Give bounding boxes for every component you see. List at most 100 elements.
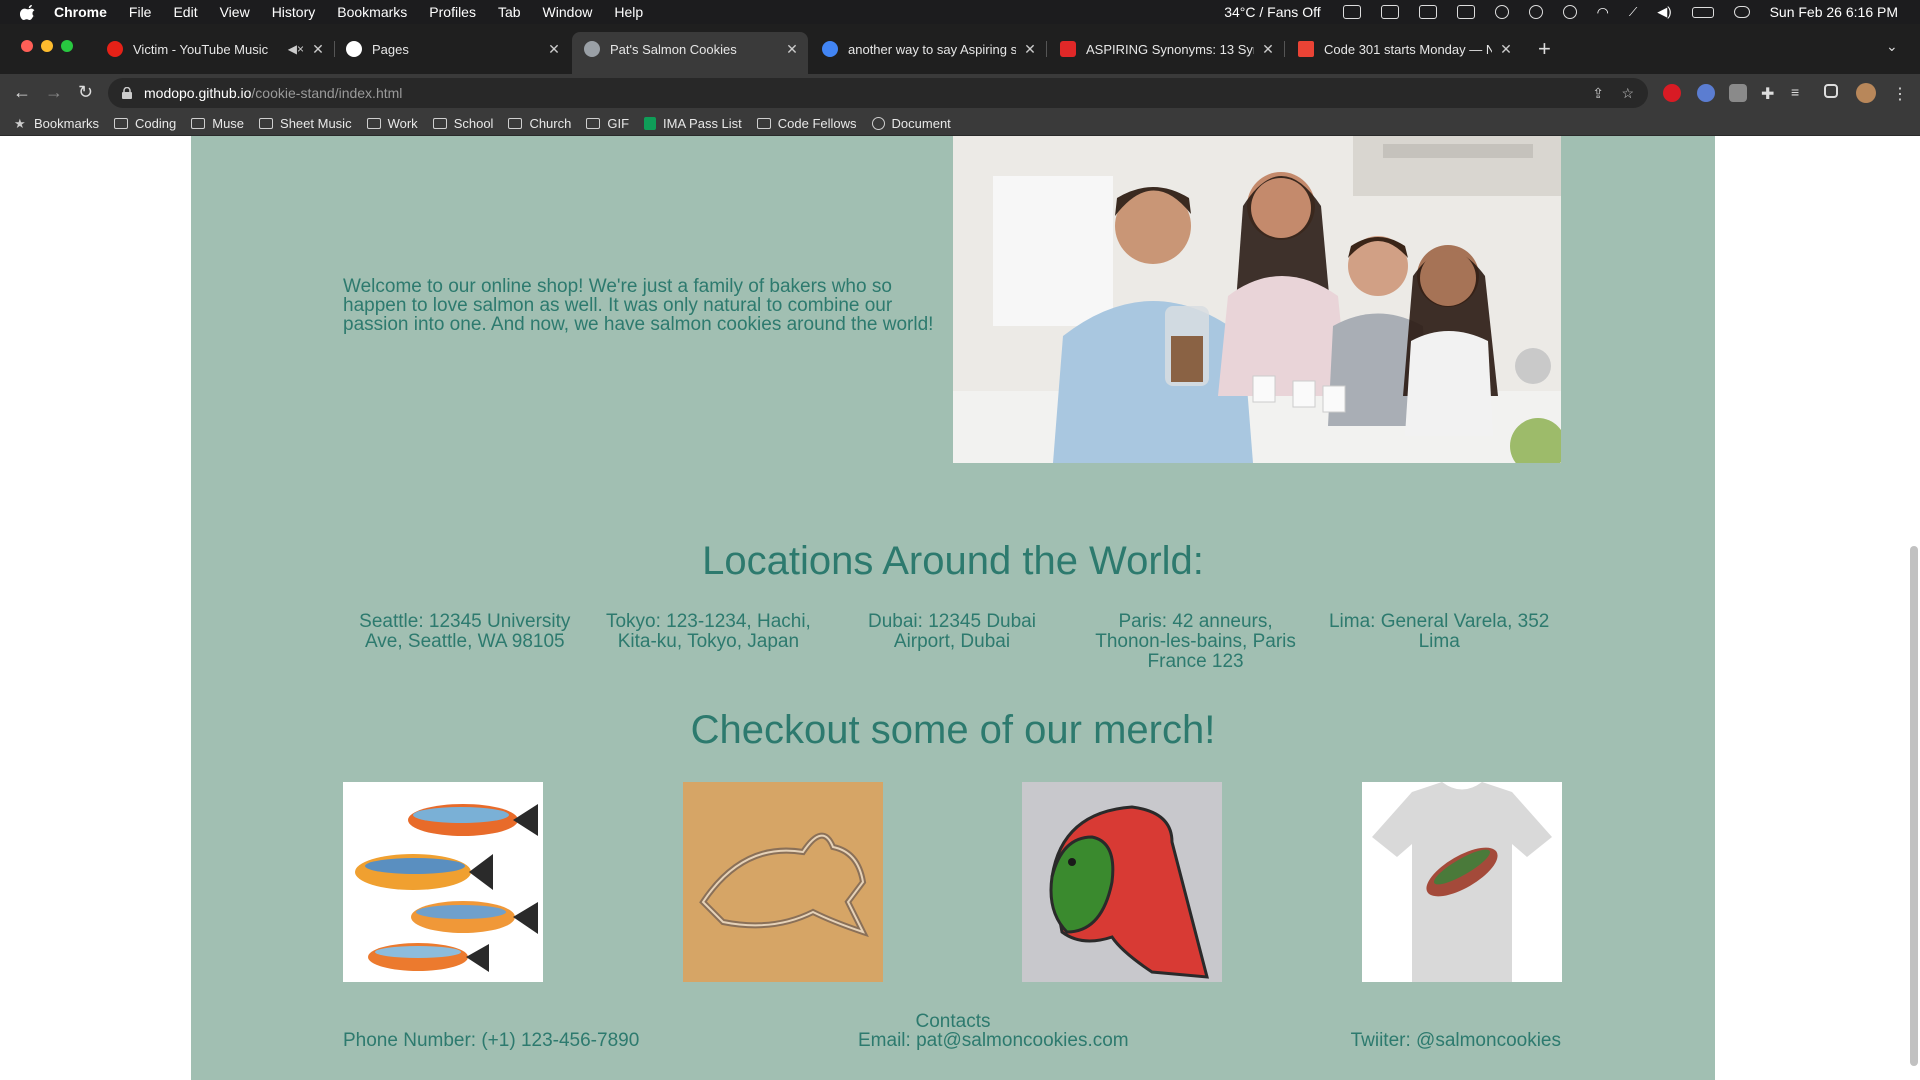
more-menu-icon[interactable]: ⋮ (1892, 84, 1910, 103)
url-host: modopo.github.io (144, 85, 252, 101)
menu-help[interactable]: Help (614, 4, 643, 20)
folder-icon (432, 118, 447, 129)
sheets-icon (644, 117, 657, 130)
battery-icon[interactable] (1691, 6, 1714, 18)
scrollbar-thumb[interactable] (1910, 546, 1918, 1066)
bookmark-document[interactable]: Document (871, 116, 951, 131)
menu-edit[interactable]: Edit (173, 4, 197, 20)
bookmark-bookmarks[interactable]: ★ Bookmarks (14, 116, 99, 132)
tab-title: Code 301 starts Monday — NE (1324, 41, 1492, 57)
tab-youtube-music[interactable]: Victim - YouTube Music ◀× ✕ (95, 32, 335, 66)
merch-fish-stickers-image (343, 782, 543, 982)
menubar-clock[interactable]: Sun Feb 26 6:16 PM (1770, 4, 1898, 20)
tab-pats-salmon-cookies[interactable]: Pat's Salmon Cookies ✕ (572, 32, 808, 74)
tab-gmail[interactable]: Code 301 starts Monday — NE ✕ (1286, 32, 1522, 66)
bookmark-folder-sheet-music[interactable]: Sheet Music (259, 116, 352, 131)
tab-audio-muted-icon[interactable]: ◀× (288, 42, 304, 56)
bookmark-label: Sheet Music (280, 116, 352, 131)
close-tab-icon[interactable]: ✕ (1498, 41, 1514, 58)
thesaurus-icon (1060, 41, 1076, 57)
close-tab-icon[interactable]: ✕ (310, 41, 326, 58)
bookmark-folder-muse[interactable]: Muse (191, 116, 244, 131)
merch-heading: Checkout some of our merch! (690, 708, 1216, 752)
time-machine-icon[interactable] (1562, 5, 1577, 19)
location-lima: Lima: General Varela, 352 Lima (1328, 611, 1550, 652)
welcome-paragraph: Welcome to our online shop! We're just a… (343, 276, 934, 335)
dots-icon[interactable] (1418, 5, 1437, 19)
profile-avatar[interactable] (1856, 83, 1876, 103)
side-panel-icon[interactable] (1824, 84, 1838, 98)
tab-title: Pages (372, 41, 409, 57)
address-bar[interactable]: modopo.github.io/cookie-stand/index.html… (108, 78, 1648, 108)
maximize-window-button[interactable] (61, 40, 73, 52)
password-icon[interactable] (1528, 5, 1543, 19)
close-tab-icon[interactable]: ✕ (784, 41, 800, 58)
bookmark-label: Code Fellows (777, 116, 857, 131)
tab-google-search[interactable]: another way to say Aspiring so ✕ (810, 32, 1047, 66)
location-dubai: Dubai: 12345 Dubai Airport, Dubai (868, 611, 1036, 652)
back-arrow-icon[interactable]: ← (13, 83, 31, 101)
merch-salmon-tshirt-image (1362, 782, 1562, 982)
bookmark-ima-pass-list[interactable]: IMA Pass List (644, 116, 742, 131)
reading-list-icon[interactable]: ≡ (1791, 84, 1809, 102)
menu-tab[interactable]: Tab (498, 4, 521, 20)
share-icon[interactable]: ⇪ (1592, 85, 1604, 102)
wifi-icon[interactable]: ◠ (1597, 4, 1609, 21)
location-seattle: Seattle: 12345 University Ave, Seattle, … (359, 611, 571, 652)
gmail-icon (1298, 41, 1314, 57)
extension-red-icon[interactable] (1663, 84, 1681, 102)
menu-window[interactable]: Window (543, 4, 593, 20)
apple-icon[interactable] (20, 4, 36, 20)
menu-file[interactable]: File (129, 4, 152, 20)
tab-thesaurus[interactable]: ASPIRING Synonyms: 13 Synon ✕ (1048, 32, 1285, 66)
folder-icon (259, 118, 274, 129)
bluetooth-off-icon[interactable]: ⟋ (1629, 5, 1637, 20)
minimize-window-button[interactable] (41, 40, 53, 52)
close-tab-icon[interactable]: ✕ (1260, 41, 1276, 58)
tab-github-pages[interactable]: Pages ✕ (334, 32, 570, 66)
bookmark-folder-school[interactable]: School (432, 116, 493, 131)
folder-icon (366, 118, 381, 129)
merch-salmon-cookie-image (1022, 782, 1222, 982)
menu-view[interactable]: View (220, 4, 250, 20)
menu-app-name[interactable]: Chrome (54, 4, 107, 20)
bookmark-folder-code-fellows[interactable]: Code Fellows (756, 116, 857, 131)
volume-icon[interactable]: ◀) (1657, 4, 1671, 20)
reload-icon[interactable]: ↻ (78, 83, 93, 101)
tab-search-chevron-icon[interactable]: ⌄ (1886, 38, 1898, 55)
page-main: Welcome to our online shop! We're just a… (191, 136, 1715, 1080)
bookmark-folder-coding[interactable]: Coding (114, 116, 176, 131)
folder-icon (114, 118, 129, 129)
bookmark-label: IMA Pass List (663, 116, 742, 131)
contact-phone: Phone Number: (+1) 123-456-7890 (343, 1030, 640, 1051)
close-tab-icon[interactable]: ✕ (546, 41, 562, 58)
new-tab-button[interactable]: + (1538, 38, 1551, 60)
globe-icon (871, 117, 885, 130)
bookmark-label: Bookmarks (34, 116, 100, 131)
menu-bookmarks[interactable]: Bookmarks (337, 4, 407, 20)
lock-icon[interactable] (122, 87, 132, 99)
close-tab-icon[interactable]: ✕ (1022, 41, 1038, 58)
folder-icon (508, 118, 523, 129)
extension-gray-icon[interactable] (1729, 84, 1747, 102)
bookmark-folder-church[interactable]: Church (508, 116, 571, 131)
bookmark-folder-gif[interactable]: GIF (586, 116, 629, 131)
weather-status[interactable]: 34°C / Fans Off (1224, 4, 1320, 20)
extensions-puzzle-icon[interactable]: ✚ (1761, 84, 1779, 103)
bookmark-folder-work[interactable]: Work (366, 116, 418, 131)
bookmark-star-icon[interactable]: ☆ (1621, 85, 1634, 102)
extension-blue-icon[interactable] (1697, 84, 1715, 102)
screen-icon[interactable] (1380, 5, 1399, 19)
scrobble-icon[interactable] (1342, 5, 1361, 19)
control-center-icon[interactable] (1733, 6, 1750, 18)
play-icon[interactable] (1494, 5, 1509, 19)
forward-arrow-icon[interactable]: → (45, 83, 63, 101)
browser-toolbar: ← → ↻ modopo.github.io/cookie-stand/inde… (0, 74, 1920, 112)
menu-profiles[interactable]: Profiles (429, 4, 476, 20)
menu-history[interactable]: History (272, 4, 316, 20)
browser-tab-strip: Victim - YouTube Music ◀× ✕ Pages ✕ Pat'… (0, 24, 1920, 74)
grid-icon[interactable] (1456, 5, 1475, 19)
bookmark-label: Document (891, 116, 951, 131)
google-icon (822, 41, 838, 57)
close-window-button[interactable] (21, 40, 33, 52)
